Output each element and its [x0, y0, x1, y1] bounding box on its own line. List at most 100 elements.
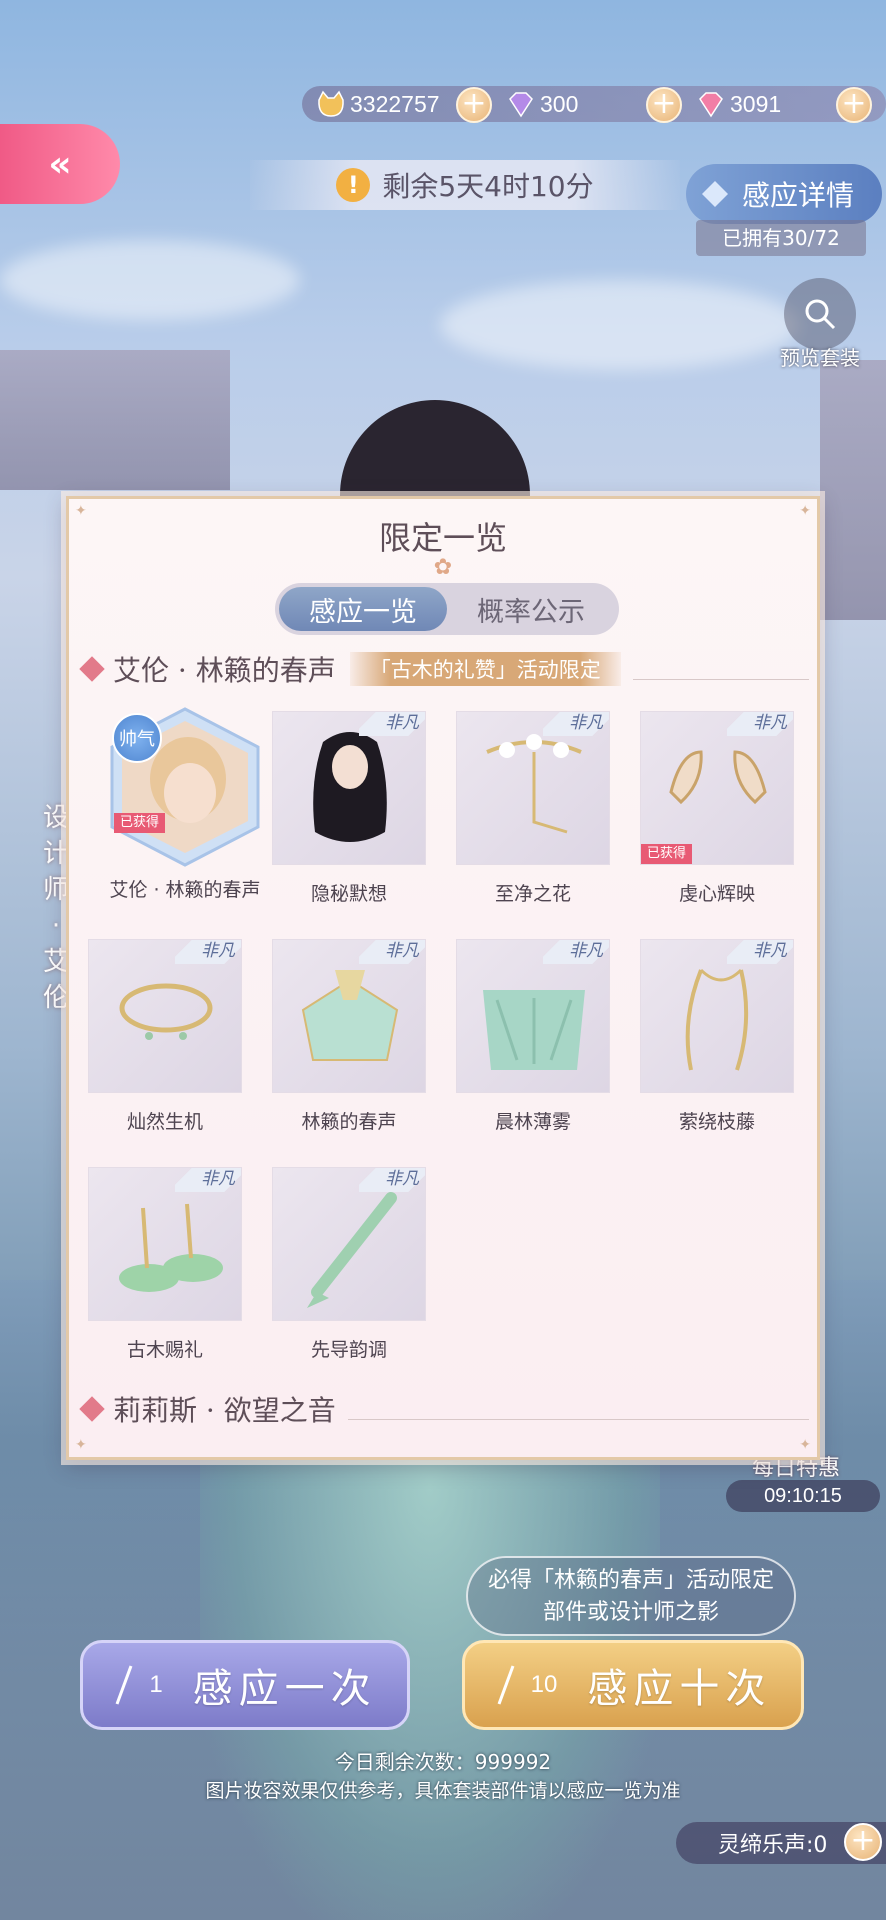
- draw-ten-button[interactable]: 10 感应十次: [462, 1640, 804, 1730]
- preview-label: 预览套装: [780, 346, 860, 370]
- background-pillar: [820, 360, 886, 620]
- rarity-ribbon: 非凡: [543, 712, 609, 736]
- tab-induction-list[interactable]: 感应一览: [279, 587, 447, 631]
- flower-ornament-icon: ✿: [433, 555, 453, 580]
- rarity-ribbon: 非凡: [727, 940, 793, 964]
- spirit-amount: 灵缔乐声:0: [718, 1833, 828, 1858]
- preview-outfit-button[interactable]: 预览套装: [770, 278, 870, 371]
- section-header-2: 莉莉斯 · 欲望之音: [79, 1389, 809, 1429]
- item-label: 晨林薄雾: [494, 1111, 571, 1133]
- rarity-ribbon: 非凡: [175, 940, 241, 964]
- rarity-ribbon: 非凡: [727, 712, 793, 736]
- corner-ornament: ✦: [75, 1437, 87, 1453]
- item-label: 林籁的春声: [301, 1111, 397, 1133]
- section-title: 艾伦 · 林籁的春声: [113, 654, 336, 687]
- daily-deal-timer: 09:10:15: [726, 1480, 880, 1512]
- item-image: 非凡 已获得: [640, 711, 794, 865]
- rarity-ribbon: 非凡: [359, 940, 425, 964]
- magnifier-icon: [805, 299, 836, 330]
- item-label: 先导韵调: [310, 1339, 387, 1361]
- obtained-badge: 已获得: [114, 813, 166, 833]
- add-spirit-button[interactable]: +: [844, 1823, 882, 1861]
- item-label: 艾伦 · 林籁的春声: [109, 879, 261, 901]
- item-image: 非凡: [640, 939, 794, 1093]
- tab-bar: 感应一览 概率公示: [275, 583, 619, 635]
- owned-counter: 已拥有30/72: [696, 220, 866, 256]
- item-image: 非凡: [272, 939, 426, 1093]
- rarity-ribbon: 非凡: [359, 1168, 425, 1192]
- details-button[interactable]: 感应详情: [686, 164, 882, 224]
- rarity-ribbon: 非凡: [175, 1168, 241, 1192]
- background-cloud: [0, 240, 300, 320]
- item-label: 至净之花: [494, 883, 571, 905]
- back-button[interactable]: «: [0, 124, 120, 204]
- section-title: 莉莉斯 · 欲望之音: [113, 1394, 336, 1427]
- item-designer-card[interactable]: 帅气 已获得 艾伦 · 林籁的春声: [105, 707, 265, 902]
- corner-ornament: ✦: [799, 1437, 811, 1453]
- background-cloud: [440, 280, 800, 370]
- tab-probability[interactable]: 概率公示: [447, 587, 615, 631]
- item-image: 非凡: [88, 1167, 242, 1321]
- pink-diamond-icon: [699, 92, 723, 118]
- item-card[interactable]: 非凡 灿然生机: [85, 939, 245, 1134]
- item-card[interactable]: 非凡 已获得 虔心辉映: [637, 711, 797, 906]
- item-label: 隐秘默想: [310, 883, 387, 905]
- draw-ten-label: 感应十次: [587, 1666, 772, 1712]
- item-card[interactable]: 非凡 至净之花: [453, 711, 613, 906]
- item-card[interactable]: 非凡 晨林薄雾: [453, 939, 613, 1134]
- add-pink-diamond-button[interactable]: +: [836, 87, 872, 123]
- section-header-1: 艾伦 · 林籁的春声 「古木的礼赞」活动限定: [79, 649, 809, 689]
- item-image: 非凡: [456, 939, 610, 1093]
- draw-once-count: 1: [149, 1671, 163, 1698]
- item-label: 虔心辉映: [678, 883, 755, 905]
- item-image: 非凡: [456, 711, 610, 865]
- item-card[interactable]: 非凡 古木赐礼: [85, 1167, 245, 1362]
- diamond-bullet-icon: [79, 656, 105, 682]
- details-label: 感应详情: [742, 179, 855, 212]
- limited-list-modal: ✦ ✦ ✦ ✦ 限定一览 ✿ 感应一览 概率公示 艾伦 · 林籁的春声 「古木的…: [66, 496, 820, 1460]
- rarity-ribbon: 非凡: [543, 940, 609, 964]
- add-gold-button[interactable]: +: [456, 87, 492, 123]
- event-timer: ! 剩余5天4时10分: [250, 160, 680, 210]
- divider: [347, 1418, 809, 1420]
- item-image: 非凡: [272, 711, 426, 865]
- quill-icon: [497, 1665, 515, 1705]
- style-badge: 帅气: [112, 713, 162, 763]
- item-card[interactable]: 非凡 先导韵调: [269, 1167, 429, 1362]
- item-image: 非凡: [88, 939, 242, 1093]
- purple-diamond-counter: 300: [506, 86, 578, 122]
- purple-diamond-amount: 300: [540, 90, 579, 117]
- background-temple: [0, 350, 230, 490]
- pink-diamond-counter: 3091: [696, 86, 781, 122]
- item-card[interactable]: 非凡 萦绕枝藤: [637, 939, 797, 1134]
- diamond-bullet-icon: [79, 1396, 105, 1422]
- modal-title: 限定一览: [378, 519, 507, 557]
- double-chevron-left-icon: «: [48, 143, 72, 185]
- gold-counter: 3322757: [316, 86, 440, 122]
- add-purple-diamond-button[interactable]: +: [646, 87, 682, 123]
- remaining-draws: 今日剩余次数：999992: [334, 1750, 552, 1774]
- obtained-badge: 已获得: [641, 844, 693, 864]
- event-limited-tag: 「古木的礼赞」活动限定: [349, 652, 621, 686]
- rarity-ribbon: 非凡: [359, 712, 425, 736]
- pink-diamond-amount: 3091: [730, 90, 782, 117]
- preview-circle: [784, 278, 856, 350]
- item-label: 萦绕枝藤: [678, 1111, 755, 1133]
- gold-amount: 3322757: [350, 90, 440, 117]
- diamond-icon: [702, 181, 728, 207]
- quill-icon: [115, 1665, 133, 1705]
- item-card[interactable]: 非凡 隐秘默想: [269, 711, 429, 906]
- timer-text: 剩余5天4时10分: [382, 170, 594, 203]
- designer-hex-card: 帅气 已获得: [108, 707, 262, 867]
- draw-ten-count: 10: [530, 1671, 558, 1698]
- disclaimer-text: 图片妆容效果仅供参考，具体套装部件请以感应一览为准: [205, 1780, 681, 1802]
- purple-diamond-icon: [509, 92, 533, 118]
- draw-once-label: 感应一次: [192, 1666, 377, 1712]
- guarantee-notice: 必得「林籁的春声」活动限定部件或设计师之影: [466, 1556, 796, 1636]
- divider: [632, 678, 809, 680]
- item-card[interactable]: 非凡 林籁的春声: [269, 939, 429, 1134]
- item-label: 古木赐礼: [126, 1339, 203, 1361]
- draw-once-button[interactable]: 1 感应一次: [80, 1640, 410, 1730]
- exclamation-icon: !: [336, 168, 371, 202]
- cat-coin-icon: [318, 90, 344, 117]
